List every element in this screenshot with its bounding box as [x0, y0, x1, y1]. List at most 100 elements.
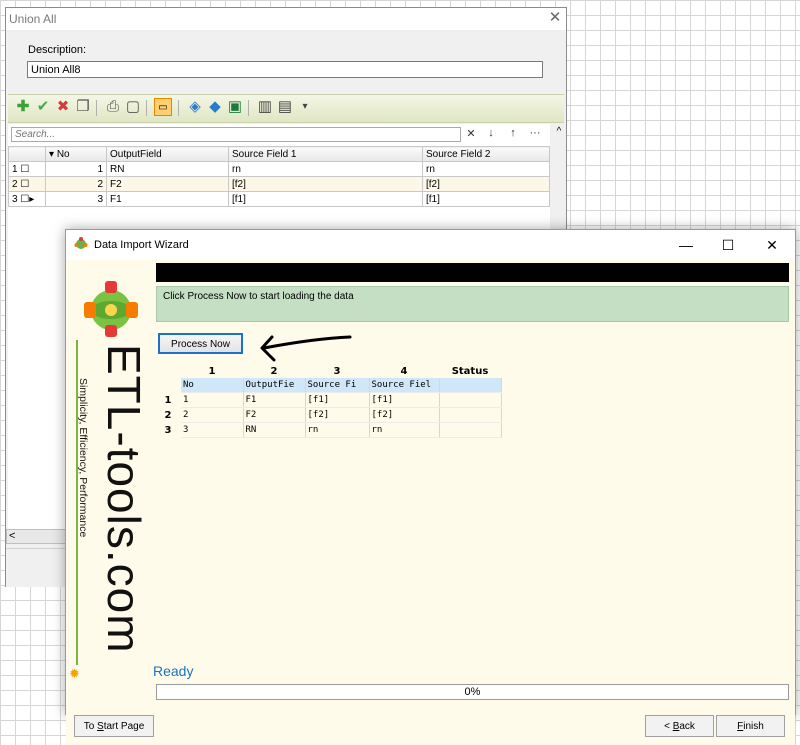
arrow-up-icon[interactable]: ↑ — [506, 127, 520, 141]
table-cell: OutputFie — [243, 378, 306, 393]
table-cell[interactable]: [f1] — [422, 191, 550, 207]
brand-tagline: Simplicity, Efficiency, Performance — [75, 378, 93, 638]
table-cell — [439, 422, 502, 438]
table-cell: F2 — [243, 407, 306, 423]
column-header[interactable]: Source Field 1 — [228, 146, 423, 162]
table-cell[interactable]: [f1] — [228, 191, 423, 207]
row-index: 2 — [12, 178, 18, 190]
row-selector[interactable]: 1 ☐ — [8, 161, 46, 177]
table-cell: [f1] — [369, 392, 440, 408]
column-header[interactable]: Source Field 2 — [422, 146, 550, 162]
table-cell: [f1] — [305, 392, 370, 408]
scroll-up-icon[interactable]: ^ — [553, 126, 565, 140]
maximize-icon[interactable]: ☐ — [714, 234, 742, 256]
finish-button[interactable]: Finish — [716, 715, 785, 737]
table-cell: RN — [243, 422, 306, 438]
wizard-body: ETL-tools.com Simplicity, Efficiency, Pe… — [66, 260, 795, 745]
table-cell[interactable]: rn — [228, 161, 423, 177]
table-cell[interactable]: [f2] — [422, 176, 550, 192]
list-icon[interactable]: ▤ — [276, 98, 294, 116]
progress-label: 0% — [464, 686, 481, 698]
close-icon[interactable]: ✕ — [546, 9, 564, 27]
union-all-title: Union All — [9, 12, 57, 26]
dropdown-icon[interactable]: ▾ — [296, 98, 314, 116]
table-header-row: 1 2 3 4 Status — [155, 364, 501, 378]
column-header: 4 — [400, 365, 408, 377]
progress-bar: 0% — [156, 684, 789, 700]
arrow-left-icon — [260, 335, 352, 362]
columns-icon[interactable]: ▥ — [256, 98, 274, 116]
description-field[interactable] — [27, 61, 543, 78]
table-cell: No — [181, 378, 244, 393]
column-header[interactable]: OutputField — [106, 146, 229, 162]
toolbar-separator — [96, 100, 97, 116]
table-cell[interactable]: RN — [106, 161, 229, 177]
more-icon[interactable]: ··· — [528, 127, 542, 141]
table-row: 1 1 F1 [f1] [f1] — [155, 392, 502, 408]
table-cell — [439, 407, 502, 423]
table-row[interactable]: 2 ☐ 2 F2 [f2] [f2] — [8, 176, 550, 192]
etl-logo-icon — [84, 281, 138, 337]
fields-table: ▾ No OutputField Source Field 1 Source F… — [8, 146, 550, 207]
row-selector[interactable]: 2 ☐ — [8, 176, 46, 192]
row-selector[interactable]: 3 ☐▸ — [8, 191, 46, 207]
arrow-down-icon[interactable]: ↓ — [484, 127, 498, 141]
toolbar-separator — [178, 100, 179, 116]
view-icon[interactable]: ▭ — [154, 98, 172, 116]
column-header[interactable]: ▾ No — [45, 146, 107, 162]
table-cell: 3 — [181, 422, 244, 438]
column-header-label: No — [56, 148, 70, 160]
color-icon[interactable]: ◈ — [186, 98, 204, 116]
column-header — [155, 364, 181, 378]
filter-icon[interactable]: ◆ — [206, 98, 224, 116]
table-cell: [f2] — [369, 407, 440, 423]
info-message: Click Process Now to start loading the d… — [163, 291, 354, 302]
check-icon[interactable]: ✔ — [34, 98, 52, 116]
excel-icon[interactable]: ▣ — [226, 98, 244, 116]
back-button[interactable]: < Back — [645, 715, 714, 737]
horizontal-scrollbar[interactable]: < — [6, 529, 68, 544]
tagline-text: Simplicity, Efficiency, Performance — [77, 378, 89, 538]
table-cell[interactable]: rn — [422, 161, 550, 177]
column-header — [8, 146, 46, 162]
clear-search-icon[interactable]: ✕ — [464, 127, 478, 141]
table-cell[interactable]: 2 — [45, 176, 107, 192]
table-row: No OutputFie Source Fi Source Fiel — [155, 378, 502, 393]
to-start-page-button[interactable]: To Start Page — [74, 715, 154, 737]
table-cell[interactable]: 3 — [45, 191, 107, 207]
table-cell: 2 — [181, 407, 244, 423]
column-header: Status — [451, 365, 489, 377]
table-cell[interactable]: 1 — [45, 161, 107, 177]
table-cell[interactable]: F2 — [106, 176, 229, 192]
delete-icon[interactable]: ✖ — [54, 98, 72, 116]
union-all-titlebar: Union All ✕ — [6, 8, 566, 30]
table-cell[interactable]: [f2] — [228, 176, 423, 192]
add-icon[interactable]: ✚ — [14, 98, 32, 116]
row-header — [155, 378, 181, 393]
etl-tools-banner: ETL-tools.com Simplicity, Efficiency, Pe… — [67, 260, 155, 684]
row-header: 2 — [164, 409, 172, 421]
process-now-button[interactable]: Process Now — [158, 333, 243, 354]
table-row: 3 3 RN rn rn — [155, 422, 502, 438]
table-row[interactable]: 3 ☐▸ 3 F1 [f1] [f1] — [8, 191, 550, 207]
close-icon[interactable]: ✕ — [758, 234, 786, 256]
wizard-footer: To Start Page < Back Finish — [66, 701, 795, 745]
copy-icon[interactable]: ❐ — [74, 98, 92, 116]
scroll-left-icon[interactable]: < — [9, 530, 15, 542]
preview-icon[interactable]: ▢ — [124, 98, 142, 116]
table-row[interactable]: 1 ☐ 1 RN rn rn — [8, 161, 550, 177]
table-cell[interactable]: F1 — [106, 191, 229, 207]
brand-text: ETL-tools.com — [98, 344, 150, 654]
print-icon[interactable]: ⎙ — [104, 98, 122, 116]
description-label: Description: — [28, 44, 87, 56]
table-header-row: ▾ No OutputField Source Field 1 Source F… — [8, 146, 550, 162]
search-input[interactable] — [11, 127, 461, 142]
column-header: 3 — [333, 365, 341, 377]
column-header: 1 — [208, 365, 216, 377]
status-text: Ready — [153, 663, 194, 679]
table-cell: Source Fi — [305, 378, 370, 393]
row-index: 1 — [12, 163, 18, 175]
minimize-icon[interactable]: — — [672, 234, 700, 256]
sun-icon: ✹ — [69, 666, 80, 681]
column-header: 2 — [270, 365, 278, 377]
